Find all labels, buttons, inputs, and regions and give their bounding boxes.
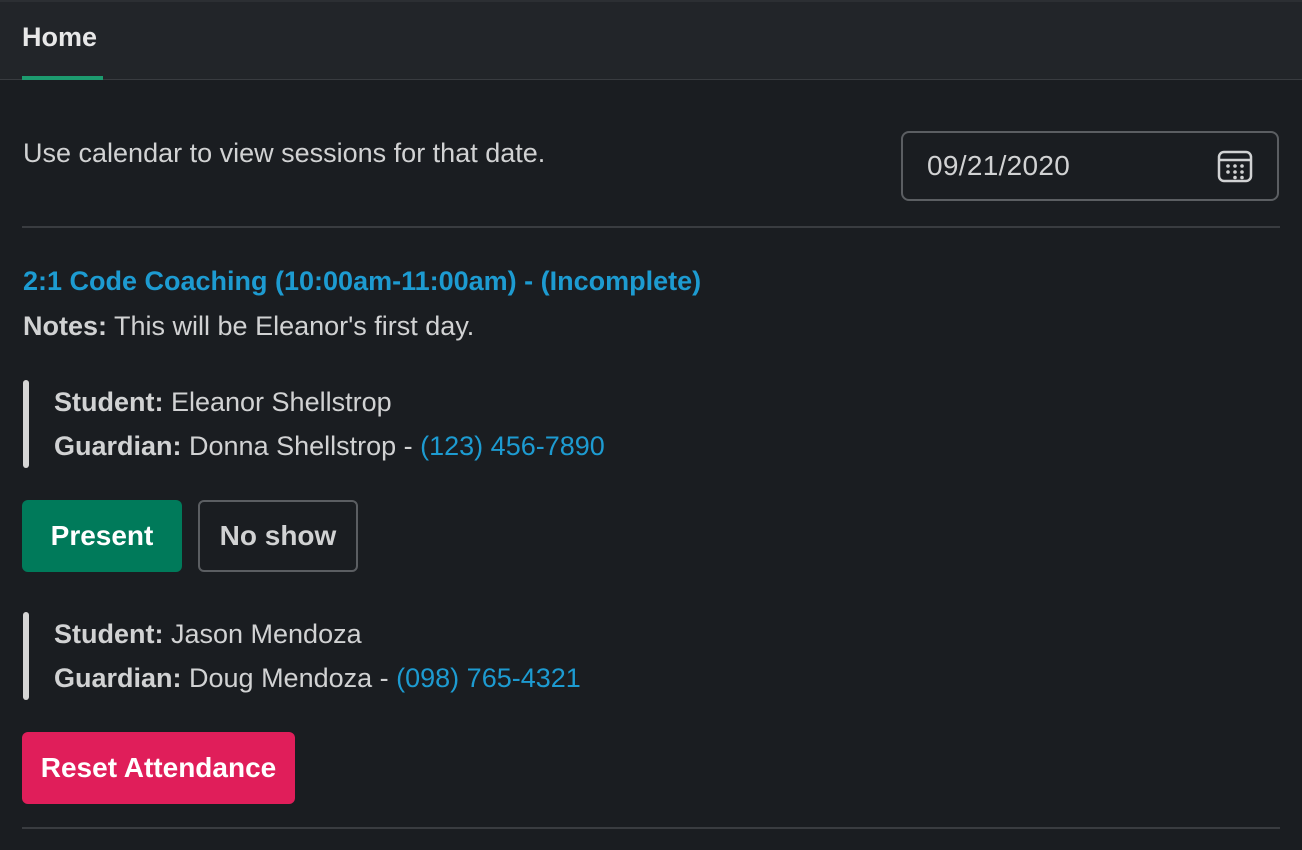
date-value: 09/21/2020 bbox=[927, 150, 1071, 181]
student-entry: Student: Eleanor Shellstrop Guardian: Do… bbox=[23, 380, 923, 468]
guardian-name: Donna Shellstrop - bbox=[181, 431, 421, 461]
student-label: Student: bbox=[54, 387, 164, 417]
student-entry: Student: Jason Mendoza Guardian: Doug Me… bbox=[23, 612, 923, 700]
tab-home-label: Home bbox=[22, 22, 98, 52]
section-divider bbox=[22, 827, 1280, 829]
reset-attendance-button[interactable]: Reset Attendance bbox=[22, 732, 295, 804]
student-line: Student: Eleanor Shellstrop bbox=[54, 387, 392, 418]
student-name: Eleanor Shellstrop bbox=[163, 387, 392, 417]
student-name: Jason Mendoza bbox=[163, 619, 362, 649]
session-title-link[interactable]: 2:1 Code Coaching (10:00am-11:00am) - (I… bbox=[23, 266, 701, 297]
notes-text: This will be Eleanor's first day. bbox=[107, 311, 475, 341]
tab-home[interactable]: Home bbox=[22, 2, 97, 80]
tab-bar: Home bbox=[0, 0, 1302, 80]
session-notes: Notes: This will be Eleanor's first day. bbox=[23, 311, 474, 342]
present-button[interactable]: Present bbox=[22, 500, 182, 572]
guardian-label: Guardian: bbox=[54, 431, 182, 461]
guardian-phone-link[interactable]: (123) 456-7890 bbox=[420, 431, 605, 461]
calendar-icon[interactable] bbox=[1217, 148, 1253, 184]
no-show-button[interactable]: No show bbox=[198, 500, 358, 572]
intro-text: Use calendar to view sessions for that d… bbox=[23, 138, 546, 168]
student-entry-bar bbox=[23, 380, 29, 468]
section-divider bbox=[22, 226, 1280, 228]
student-entry-bar bbox=[23, 612, 29, 700]
notes-label: Notes: bbox=[23, 311, 108, 341]
active-tab-indicator bbox=[22, 76, 103, 80]
date-picker-input[interactable]: 09/21/2020 bbox=[901, 131, 1279, 201]
student-label: Student: bbox=[54, 619, 164, 649]
student-line: Student: Jason Mendoza bbox=[54, 619, 362, 650]
guardian-line: Guardian: Donna Shellstrop - (123) 456-7… bbox=[54, 431, 605, 462]
guardian-name: Doug Mendoza - bbox=[181, 663, 397, 693]
app-window: Home Use calendar to view sessions for t… bbox=[0, 0, 1302, 850]
guardian-phone-link[interactable]: (098) 765-4321 bbox=[396, 663, 581, 693]
guardian-label: Guardian: bbox=[54, 663, 182, 693]
guardian-line: Guardian: Doug Mendoza - (098) 765-4321 bbox=[54, 663, 581, 694]
